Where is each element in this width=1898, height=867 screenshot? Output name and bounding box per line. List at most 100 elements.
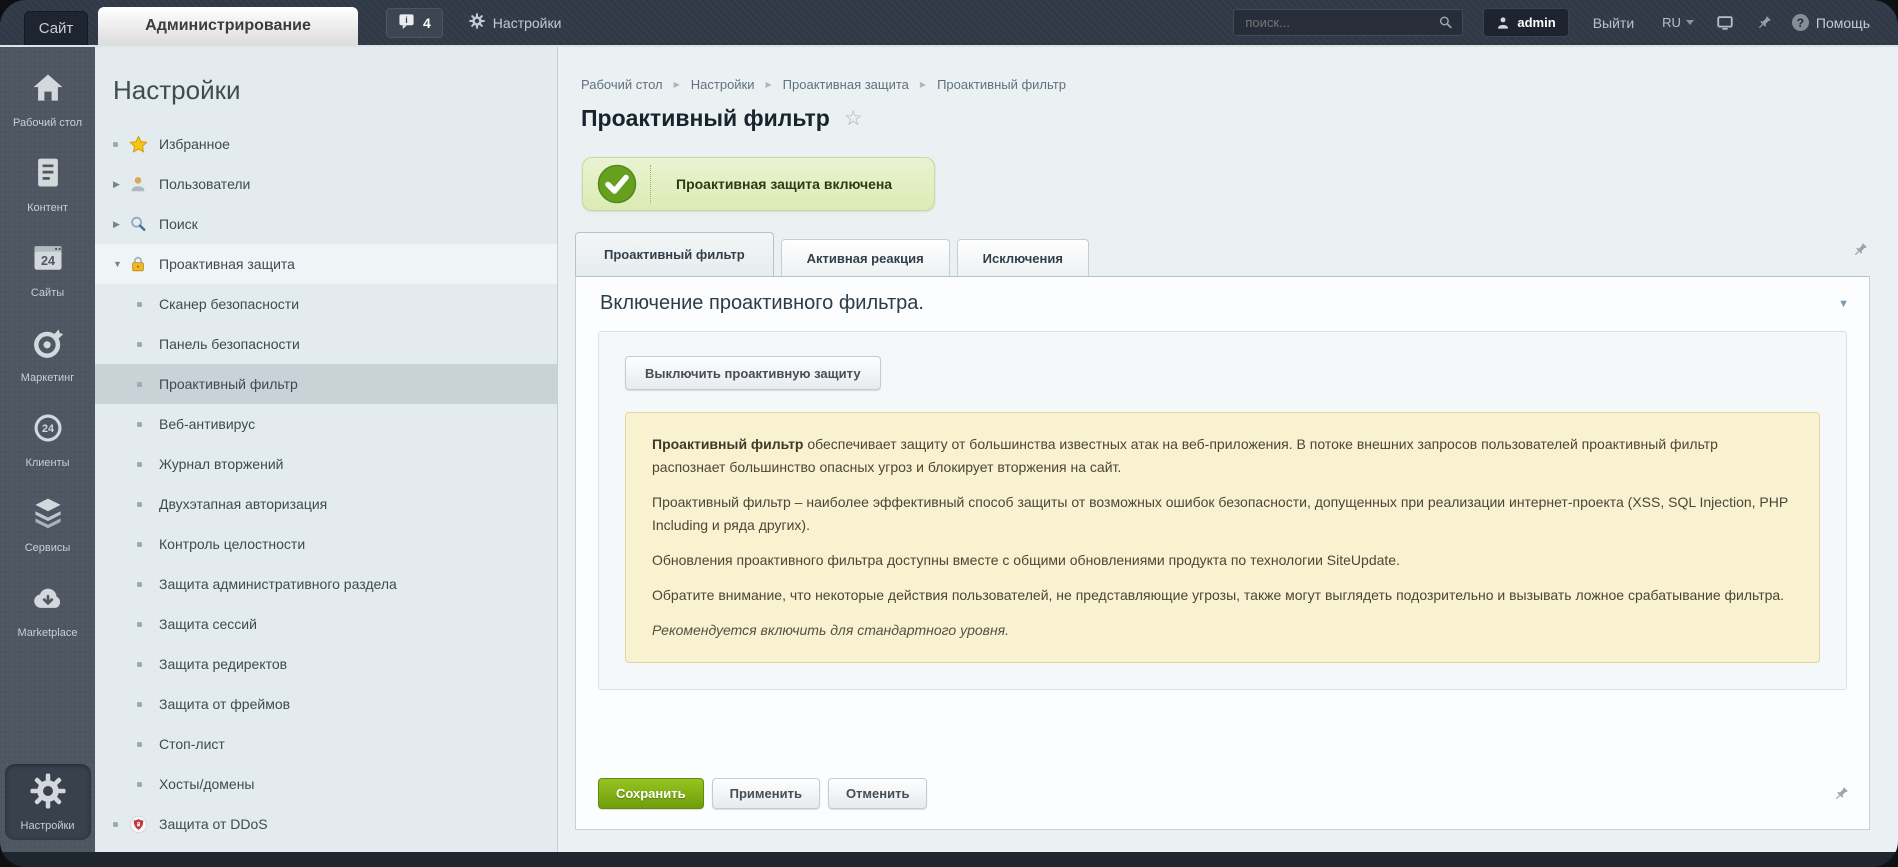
user-icon (1496, 16, 1510, 30)
admin-window: Сайт Администрирование i 4 Настройки adm… (0, 0, 1898, 867)
menu-item-6[interactable]: Проактивный фильтр (95, 364, 557, 404)
services-icon (30, 495, 66, 536)
breadcrumb-item[interactable]: Рабочий стол (581, 77, 663, 92)
search-icon (129, 215, 151, 233)
topbar-settings-button[interactable]: Настройки (468, 13, 561, 32)
section-header: Включение проактивного фильтра. ▼ (576, 277, 1869, 327)
breadcrumb-item[interactable]: Настройки (691, 77, 755, 92)
notifications-badge[interactable]: i 4 (386, 7, 443, 38)
menu-item-label: Защита административного раздела (159, 576, 397, 592)
search-icon[interactable] (1438, 15, 1453, 30)
menu-item-2[interactable]: ▶ Поиск (95, 204, 557, 244)
bullet-icon (113, 141, 129, 147)
info-paragraph-lead: Проактивный фильтр (652, 436, 804, 452)
menu-item-16[interactable]: Хосты/домены (95, 764, 557, 804)
menu-item-14[interactable]: Защита от фреймов (95, 684, 557, 724)
menu-item-label: Двухэтапная авторизация (159, 496, 328, 512)
tabs-row: Проактивный фильтр Активная реакция Исключ… (575, 232, 1870, 276)
page-title: Проактивный фильтр (581, 105, 830, 131)
save-button[interactable]: Сохранить (598, 778, 704, 809)
menu-item-15[interactable]: Стоп-лист (95, 724, 557, 764)
apply-button[interactable]: Применить (711, 778, 820, 809)
menu-item-label: Контроль целостности (159, 536, 306, 552)
settings-icon (29, 773, 66, 814)
menu-item-label: Веб-антивирус (159, 416, 256, 432)
menu-item-1[interactable]: ▶ Пользователи (95, 164, 557, 204)
menu-item-11[interactable]: Защита административного раздела (95, 564, 557, 604)
form-panel: Выключить проактивную защиту Проактивный… (598, 331, 1847, 690)
rail-item-sites[interactable]: 24 Сайты (5, 231, 91, 307)
menu-item-12[interactable]: Защита сессий (95, 604, 557, 644)
menu-item-4[interactable]: Сканер безопасности (95, 284, 557, 324)
marketplace-icon (30, 580, 66, 621)
rail-item-label: Настройки (20, 820, 75, 832)
favorite-star-icon[interactable]: ☆ (844, 106, 863, 131)
language-selector[interactable]: RU (1662, 15, 1694, 30)
menu-item-17[interactable]: Защита от DDoS (95, 804, 557, 844)
pin-icon[interactable] (1833, 786, 1849, 802)
rail-item-services[interactable]: Сервисы (5, 486, 91, 562)
status-banner: Проактивная защита включена (582, 157, 935, 211)
rail-item-marketing[interactable]: Маркетинг (5, 316, 91, 392)
language-code: RU (1662, 15, 1681, 30)
monitor-icon[interactable] (1716, 14, 1734, 32)
content-area: Рабочий стол ▶ Настройки ▶ Проактивная защит… (558, 47, 1898, 852)
question-icon: ? (1791, 14, 1809, 31)
menu-item-label: Защита от DDoS (159, 816, 268, 832)
info-paragraph: Рекомендуется включить для стандартного … (652, 622, 1010, 638)
topbar: Сайт Администрирование i 4 Настройки adm… (0, 0, 1898, 47)
breadcrumb-item[interactable]: Проактивная защита (783, 77, 909, 92)
user-icon (129, 175, 151, 193)
bullet-icon (137, 541, 153, 547)
pin-icon[interactable] (1756, 15, 1772, 31)
menu-item-label: Журнал вторжений (159, 456, 284, 472)
rail-item-marketplace[interactable]: Marketplace (5, 571, 91, 647)
chevron-down-icon: ▼ (113, 259, 122, 269)
caret-down-icon (1685, 20, 1694, 25)
check-icon (597, 164, 637, 204)
rail-item-settings[interactable]: Настройки (4, 764, 91, 840)
rail-item-clients[interactable]: 24 Клиенты (5, 401, 91, 477)
chevron-right-icon: ▶ (113, 178, 120, 189)
menu-item-label: Защита сессий (159, 616, 257, 632)
tab-1[interactable]: Активная реакция (780, 239, 950, 276)
info-paragraph: Обратите внимание, что некоторые действи… (652, 587, 1785, 603)
tab-administration[interactable]: Администрирование (98, 7, 358, 45)
pin-icon[interactable] (1852, 242, 1868, 258)
rail-item-label: Контент (27, 202, 68, 214)
disable-protection-button[interactable]: Выключить проактивную защиту (625, 356, 881, 390)
breadcrumb-item[interactable]: Проактивный фильтр (937, 77, 1066, 92)
svg-text:24: 24 (40, 254, 54, 268)
gear-icon (468, 13, 485, 32)
menu-item-5[interactable]: Панель безопасности (95, 324, 557, 364)
actions-row: Сохранить Применить Отменить (598, 778, 1849, 809)
section-title: Включение проактивного фильтра. (600, 292, 924, 314)
username: admin (1517, 15, 1556, 30)
help-button[interactable]: ? Помощь (1791, 14, 1870, 31)
menu-item-label: Защита редиректов (159, 656, 288, 672)
tab-2[interactable]: Исключения (956, 239, 1089, 276)
content-panel: Включение проактивного фильтра. ▼ Выключ… (575, 276, 1870, 830)
rail-item-home[interactable]: Рабочий стол (5, 61, 91, 137)
tab-site[interactable]: Сайт (24, 11, 88, 45)
menu-item-label: Стоп-лист (159, 736, 225, 752)
menu-item-7[interactable]: Веб-антивирус (95, 404, 557, 444)
menu-item-10[interactable]: Контроль целостности (95, 524, 557, 564)
collapse-arrow-icon[interactable]: ▼ (1838, 298, 1849, 310)
svg-text:i: i (405, 15, 408, 25)
user-chip[interactable]: admin (1483, 8, 1569, 37)
menu-item-3[interactable]: ▼ Проактивная защита (95, 244, 557, 284)
menu-item-8[interactable]: Журнал вторжений (95, 444, 557, 484)
cancel-button[interactable]: Отменить (827, 778, 928, 809)
menu-item-0[interactable]: Избранное (95, 124, 557, 164)
menu-item-label: Сканер безопасности (159, 296, 300, 312)
logout-button[interactable]: Выйти (1593, 15, 1634, 31)
rail-item-content[interactable]: Контент (5, 146, 91, 222)
search-input[interactable] (1243, 14, 1439, 31)
tab-0[interactable]: Проактивный фильтр (575, 232, 774, 276)
sites-icon: 24 (30, 240, 66, 281)
breadcrumb-separator-icon: ▶ (919, 80, 927, 89)
menu-item-13[interactable]: Защита редиректов (95, 644, 557, 684)
menu-item-9[interactable]: Двухэтапная авторизация (95, 484, 557, 524)
info-paragraph: Проактивный фильтр – наиболее эффективны… (652, 494, 1788, 533)
